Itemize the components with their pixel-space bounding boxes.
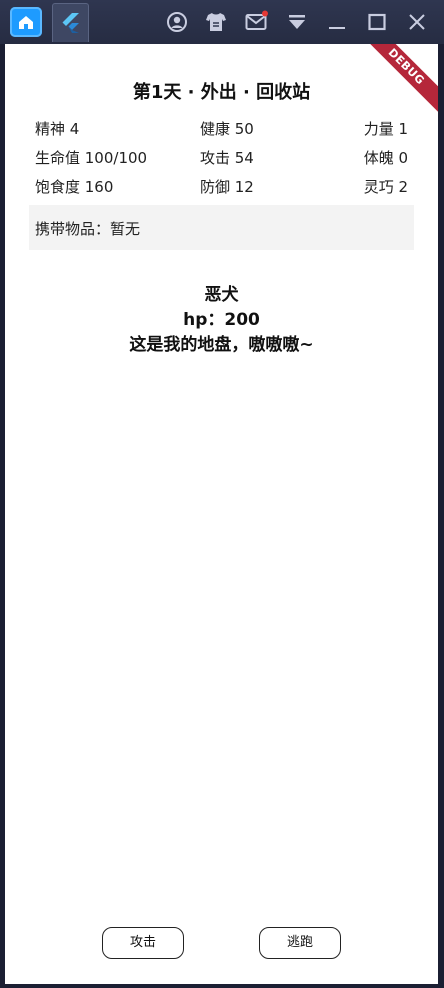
theme-shirt-icon[interactable]	[204, 10, 228, 34]
emulator-titlebar	[0, 0, 444, 44]
enemy-hp: hp：200	[183, 310, 260, 330]
stat-agility: 灵巧 2	[363, 178, 408, 196]
stat-strength: 力量 1	[363, 120, 408, 138]
stat-defense: 防御 12	[200, 178, 254, 196]
minimize-icon[interactable]	[325, 10, 349, 34]
close-icon[interactable]	[405, 10, 429, 34]
stat-hp: 生命值 100/100	[35, 149, 148, 167]
notification-dot	[262, 10, 268, 17]
enemy-name: 恶犬	[204, 285, 239, 305]
inventory-label: 携带物品：暂无	[35, 220, 141, 238]
home-tab[interactable]	[10, 7, 42, 37]
flee-button[interactable]: 逃跑	[259, 927, 341, 959]
stat-attack: 攻击 54	[200, 149, 254, 167]
stat-health: 健康 50	[200, 120, 254, 138]
stat-physique: 体魄 0	[363, 149, 408, 167]
enemy-taunt: 这是我的地盘，嗷嗷嗷~	[129, 335, 314, 355]
mail-icon[interactable]	[244, 10, 268, 34]
flutter-app-tab[interactable]	[52, 3, 89, 42]
device-frame: DEBUG 第1天 · 外出 · 回收站 精神 4 健康 50 力量 1 生命值…	[0, 44, 444, 988]
app-screen: DEBUG 第1天 · 外出 · 回收站 精神 4 健康 50 力量 1 生命值…	[5, 44, 438, 984]
page-title: 第1天 · 外出 · 回收站	[132, 82, 311, 103]
home-icon	[19, 16, 33, 29]
account-icon[interactable]	[165, 10, 189, 34]
menu-dropdown-icon[interactable]	[285, 10, 309, 34]
flutter-icon	[62, 13, 79, 33]
inventory-panel: 携带物品：暂无	[29, 205, 414, 250]
stat-spirit: 精神 4	[35, 120, 80, 138]
maximize-icon[interactable]	[365, 10, 389, 34]
attack-button[interactable]: 攻击	[102, 927, 184, 959]
stat-satiety: 饱食度 160	[35, 178, 114, 196]
